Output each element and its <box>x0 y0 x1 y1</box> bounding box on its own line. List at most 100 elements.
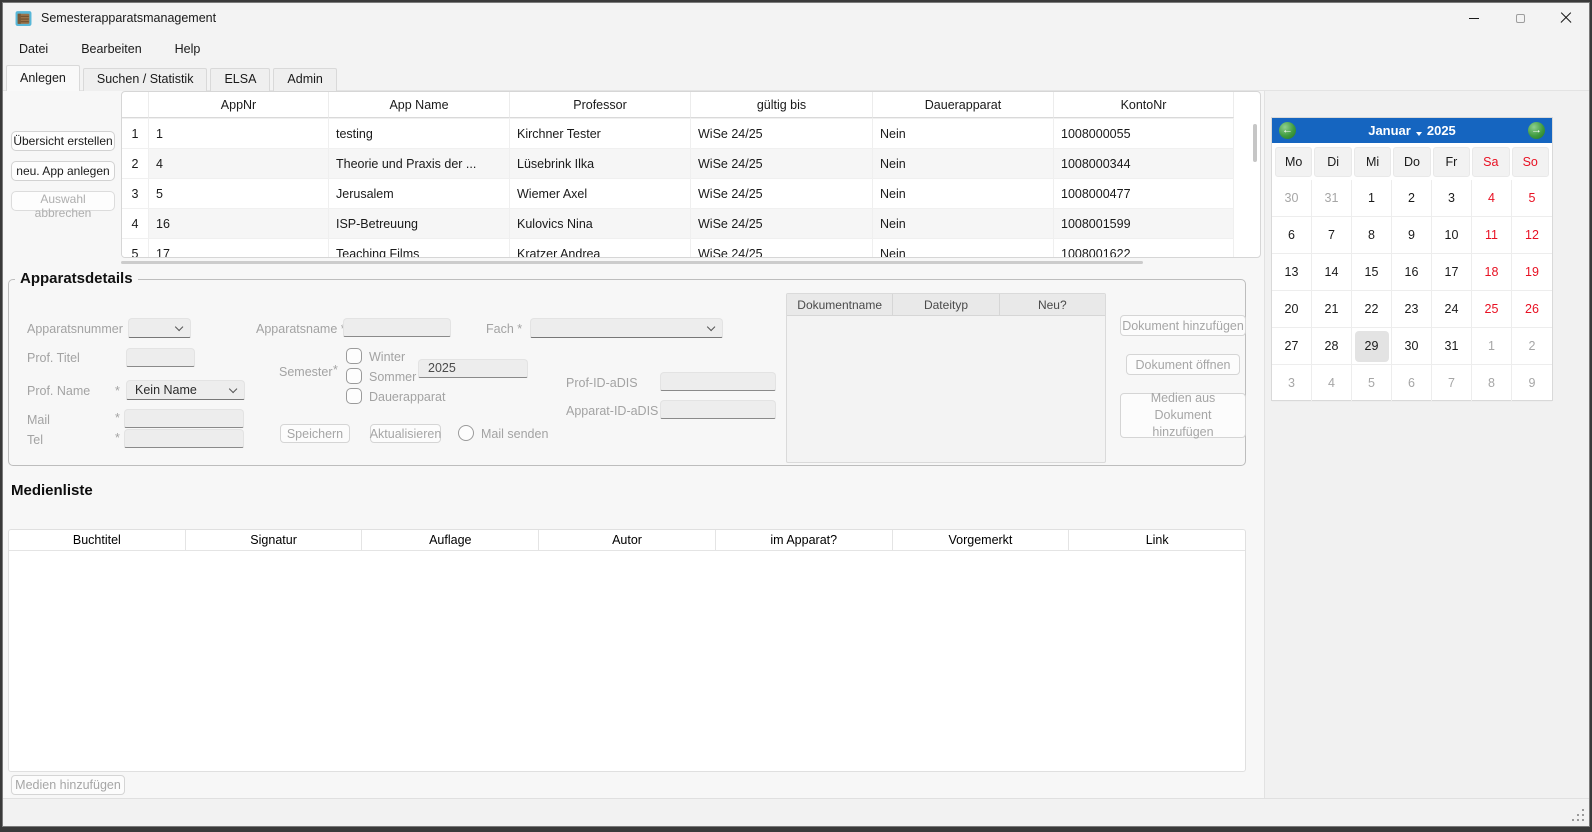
calendar-day[interactable]: 3 <box>1272 365 1312 402</box>
horizontal-scrollbar[interactable] <box>121 261 1143 264</box>
mail-field[interactable] <box>124 409 244 428</box>
calendar-day[interactable]: 12 <box>1512 217 1552 254</box>
calendar-day[interactable]: 5 <box>1512 180 1552 217</box>
calendar-day[interactable]: 9 <box>1392 217 1432 254</box>
calendar-day[interactable]: 30 <box>1392 328 1432 365</box>
auswahl-abbrechen-button[interactable]: Auswahl abbrechen <box>11 191 115 211</box>
calendar-day[interactable]: 18 <box>1472 254 1512 291</box>
tel-field[interactable] <box>124 429 244 448</box>
speichern-button[interactable]: Speichern <box>280 424 350 443</box>
tab-admin[interactable]: Admin <box>273 68 336 91</box>
prof-id-adis-field[interactable] <box>660 372 776 391</box>
menu-help[interactable]: Help <box>165 37 211 61</box>
calendar-next-button[interactable]: → <box>1528 122 1545 139</box>
close-button[interactable] <box>1543 3 1589 33</box>
calendar-day[interactable]: 7 <box>1432 365 1472 402</box>
maximize-button[interactable] <box>1497 3 1543 33</box>
prof-name-combobox[interactable]: Kein Name <box>126 380 245 400</box>
apparat-id-adis-field[interactable] <box>660 400 776 419</box>
calendar-day[interactable]: 8 <box>1352 217 1392 254</box>
calendar-day[interactable]: 6 <box>1272 217 1312 254</box>
calendar-day[interactable]: 17 <box>1432 254 1472 291</box>
doc-col-neu[interactable]: Neu? <box>1000 294 1105 315</box>
calendar-day[interactable]: 27 <box>1272 328 1312 365</box>
tab-anlegen[interactable]: Anlegen <box>6 65 80 91</box>
calendar-day[interactable]: 11 <box>1472 217 1512 254</box>
calendar-day[interactable]: 19 <box>1512 254 1552 291</box>
calendar-day[interactable]: 10 <box>1432 217 1472 254</box>
apparat-col-gueltig-bis[interactable]: gültig bis <box>691 92 873 118</box>
winter-radio[interactable] <box>346 348 362 364</box>
apparat-col-professor[interactable]: Professor <box>510 92 691 118</box>
dokument-hinzufuegen-button[interactable]: Dokument hinzufügen <box>1120 315 1246 336</box>
table-row[interactable]: 416ISP-BetreuungKulovics NinaWiSe 24/25N… <box>122 208 1260 238</box>
calendar-day[interactable]: 24 <box>1432 291 1472 328</box>
table-row[interactable]: 24Theorie und Praxis der ...Lüsebrink Il… <box>122 148 1260 178</box>
media-col-link[interactable]: Link <box>1069 530 1245 550</box>
calendar-day[interactable]: 25 <box>1472 291 1512 328</box>
apparat-col-kontonr[interactable]: KontoNr <box>1054 92 1234 118</box>
uebersicht-erstellen-button[interactable]: Übersicht erstellen <box>11 131 115 151</box>
calendar-prev-button[interactable]: ← <box>1279 122 1296 139</box>
sommer-radio[interactable] <box>346 368 362 384</box>
media-col-auflage[interactable]: Auflage <box>362 530 539 550</box>
table-row[interactable]: 35JerusalemWiemer AxelWiSe 24/25Nein1008… <box>122 178 1260 208</box>
year-field[interactable]: 2025 <box>418 359 528 378</box>
media-col-im-apparat[interactable]: im Apparat? <box>716 530 893 550</box>
doc-col-dokumentname[interactable]: Dokumentname <box>787 294 893 315</box>
calendar-day[interactable]: 1 <box>1352 180 1392 217</box>
calendar-day[interactable]: 26 <box>1512 291 1552 328</box>
calendar-day[interactable]: 8 <box>1472 365 1512 402</box>
tab-suchen-statistik[interactable]: Suchen / Statistik <box>83 68 208 91</box>
calendar-day[interactable]: 31 <box>1312 180 1352 217</box>
aktualisieren-button[interactable]: Aktualisieren <box>370 424 441 443</box>
media-col-signatur[interactable]: Signatur <box>186 530 363 550</box>
calendar-day[interactable]: 21 <box>1312 291 1352 328</box>
table-row[interactable]: 517Teaching FilmsKratzer AndreaWiSe 24/2… <box>122 238 1260 258</box>
apparatsnummer-combobox[interactable] <box>128 318 191 338</box>
calendar-day[interactable]: 30 <box>1272 180 1312 217</box>
tab-elsa[interactable]: ELSA <box>210 68 270 91</box>
vertical-scrollbar[interactable] <box>1253 124 1257 162</box>
fach-combobox[interactable] <box>530 318 723 338</box>
apparat-col-dauerapparat[interactable]: Dauerapparat <box>873 92 1054 118</box>
calendar-day[interactable]: 15 <box>1352 254 1392 291</box>
calendar-day[interactable]: 4 <box>1472 180 1512 217</box>
calendar-day[interactable]: 31 <box>1432 328 1472 365</box>
medien-hinzufuegen-button[interactable]: Medien hinzufügen <box>11 775 125 795</box>
calendar-day[interactable]: 9 <box>1512 365 1552 402</box>
calendar-day[interactable]: 4 <box>1312 365 1352 402</box>
calendar-day[interactable]: 13 <box>1272 254 1312 291</box>
calendar-day[interactable]: 7 <box>1312 217 1352 254</box>
calendar-day[interactable]: 23 <box>1392 291 1432 328</box>
apparat-col-appnr[interactable]: AppNr <box>149 92 329 118</box>
apparatsname-field[interactable] <box>343 318 451 337</box>
calendar-title[interactable]: Januar 2025 <box>1296 123 1528 138</box>
menu-datei[interactable]: Datei <box>9 37 58 61</box>
calendar-day[interactable]: 20 <box>1272 291 1312 328</box>
media-col-buchtitel[interactable]: Buchtitel <box>9 530 186 550</box>
calendar-day[interactable]: 14 <box>1312 254 1352 291</box>
minimize-button[interactable] <box>1451 3 1497 33</box>
prof-titel-field[interactable] <box>126 348 195 367</box>
calendar-day[interactable]: 3 <box>1432 180 1472 217</box>
calendar-day[interactable]: 5 <box>1352 365 1392 402</box>
resize-grip-icon[interactable] <box>1582 819 1584 821</box>
doc-col-dateityp[interactable]: Dateityp <box>893 294 999 315</box>
dokument-oeffnen-button[interactable]: Dokument öffnen <box>1126 354 1240 375</box>
calendar-day[interactable]: 1 <box>1472 328 1512 365</box>
calendar-day[interactable]: 16 <box>1392 254 1432 291</box>
media-col-autor[interactable]: Autor <box>539 530 716 550</box>
menu-bearbeiten[interactable]: Bearbeiten <box>71 37 151 61</box>
calendar-day[interactable]: 6 <box>1392 365 1432 402</box>
calendar-day[interactable]: 2 <box>1512 328 1552 365</box>
neu-app-anlegen-button[interactable]: neu. App anlegen <box>11 161 115 181</box>
media-col-vorgemerkt[interactable]: Vorgemerkt <box>893 530 1070 550</box>
apparat-col-app-name[interactable]: App Name <box>329 92 510 118</box>
calendar-day[interactable]: 28 <box>1312 328 1352 365</box>
calendar-day[interactable]: 22 <box>1352 291 1392 328</box>
calendar-day[interactable]: 29 <box>1352 328 1392 365</box>
mail-senden-radio[interactable] <box>458 425 474 441</box>
table-row[interactable]: 11testingKirchner TesterWiSe 24/25Nein10… <box>122 118 1260 148</box>
dauerapparat-radio[interactable] <box>346 388 362 404</box>
